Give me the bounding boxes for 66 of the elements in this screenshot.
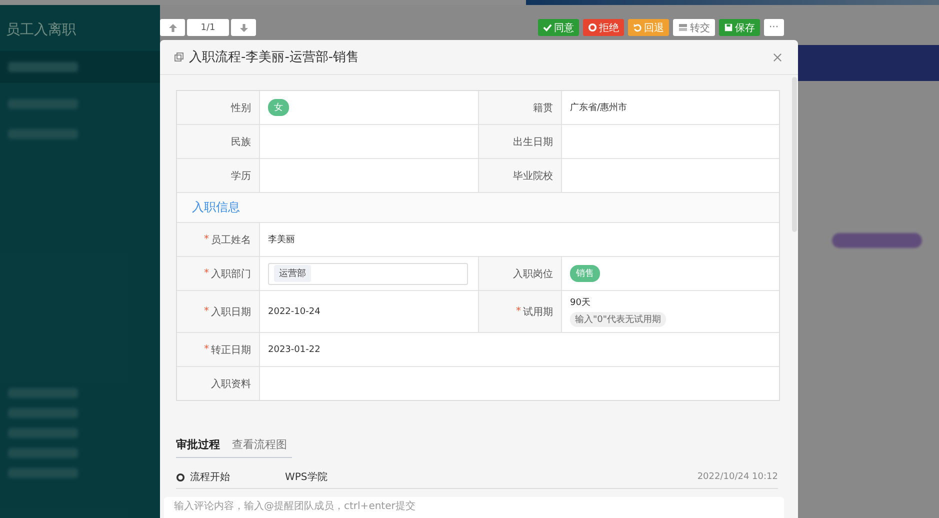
field-label-text: 员工姓名 bbox=[211, 234, 251, 246]
circle-icon bbox=[588, 23, 597, 32]
scrollbar[interactable] bbox=[792, 77, 797, 232]
sidebar-item[interactable] bbox=[8, 408, 78, 418]
select-field[interactable]: 运营部 bbox=[268, 262, 468, 284]
field-label-text: 性别 bbox=[231, 102, 251, 114]
tab[interactable]: 审批过程 bbox=[176, 437, 220, 452]
required-mark: * bbox=[204, 234, 209, 245]
field-label-text: 入职日期 bbox=[211, 306, 251, 318]
transfer-icon bbox=[678, 23, 688, 32]
required-mark: * bbox=[204, 344, 209, 355]
field-value: 广东省/惠州市 bbox=[570, 102, 628, 114]
step-actor: WPS学院 bbox=[285, 470, 328, 484]
step-name: 流程开始 bbox=[190, 470, 231, 484]
dialog-title: 入职流程-李美丽-运营部-销售 bbox=[189, 49, 360, 66]
field-label-text: 入职资料 bbox=[211, 378, 251, 390]
tag: 女 bbox=[268, 99, 289, 116]
tab[interactable]: 查看流程图 bbox=[232, 437, 287, 452]
step-time: 2022/10/24 10:12 bbox=[697, 472, 778, 482]
required-mark: * bbox=[204, 306, 209, 317]
tag: 销售 bbox=[570, 265, 600, 282]
action-button[interactable]: 同意 bbox=[538, 19, 579, 36]
required-mark: * bbox=[516, 306, 521, 317]
field-label-text: 毕业院校 bbox=[513, 170, 553, 182]
hint: 输入"0"代表无试用期 bbox=[570, 312, 666, 327]
action-button[interactable]: 保存 bbox=[719, 19, 760, 36]
field-value: 90天 bbox=[570, 297, 590, 309]
down-arrow-icon bbox=[238, 22, 248, 32]
field-label-text: 民族 bbox=[231, 136, 251, 148]
sidebar-item[interactable] bbox=[8, 388, 78, 398]
save-icon bbox=[724, 23, 733, 32]
copy-icon bbox=[174, 52, 184, 62]
next-button[interactable] bbox=[231, 19, 256, 36]
close-icon bbox=[773, 52, 782, 62]
field-label-text: 出生日期 bbox=[513, 136, 553, 148]
field-label-text: 入职岗位 bbox=[513, 268, 553, 280]
field-label-text: 试用期 bbox=[523, 306, 553, 318]
more-button[interactable]: ··· bbox=[764, 19, 784, 36]
previous-button[interactable] bbox=[160, 19, 185, 36]
field-label-text: 籍贯 bbox=[533, 102, 553, 114]
sidebar-item[interactable] bbox=[8, 428, 78, 438]
sidebar-item[interactable] bbox=[8, 62, 78, 72]
action-button[interactable]: 转交 bbox=[673, 19, 715, 36]
sidebar-item[interactable] bbox=[8, 99, 78, 109]
section-title: 入职信息 bbox=[192, 199, 240, 216]
sidebar-item[interactable] bbox=[8, 448, 78, 458]
step-icon bbox=[176, 472, 185, 482]
field-label-text: 学历 bbox=[231, 170, 251, 182]
comment-field[interactable]: 输入评论内容，输入@提醒团队成员，ctrl+enter提交 bbox=[164, 497, 784, 518]
chip: 运营部 bbox=[274, 265, 311, 282]
field-value: 李美丽 bbox=[268, 234, 295, 246]
field-label-text: 入职部门 bbox=[211, 268, 251, 280]
required-mark: * bbox=[204, 268, 209, 279]
undo-icon bbox=[633, 23, 642, 32]
field-value: 2022-10-24 bbox=[268, 306, 320, 316]
page-counter: 1/1 bbox=[187, 19, 229, 36]
close-button[interactable] bbox=[771, 50, 784, 64]
action-button[interactable]: 拒绝 bbox=[583, 19, 624, 36]
up-arrow-icon bbox=[168, 22, 178, 32]
sidebar-item[interactable] bbox=[8, 129, 78, 139]
action-button[interactable]: 回退 bbox=[628, 19, 669, 36]
check-icon bbox=[543, 23, 552, 32]
field-value: 2023-01-22 bbox=[268, 344, 320, 354]
sidebar-item[interactable] bbox=[8, 468, 78, 478]
field-label-text: 转正日期 bbox=[211, 344, 251, 356]
app-title: 员工入离职 bbox=[5, 21, 77, 40]
